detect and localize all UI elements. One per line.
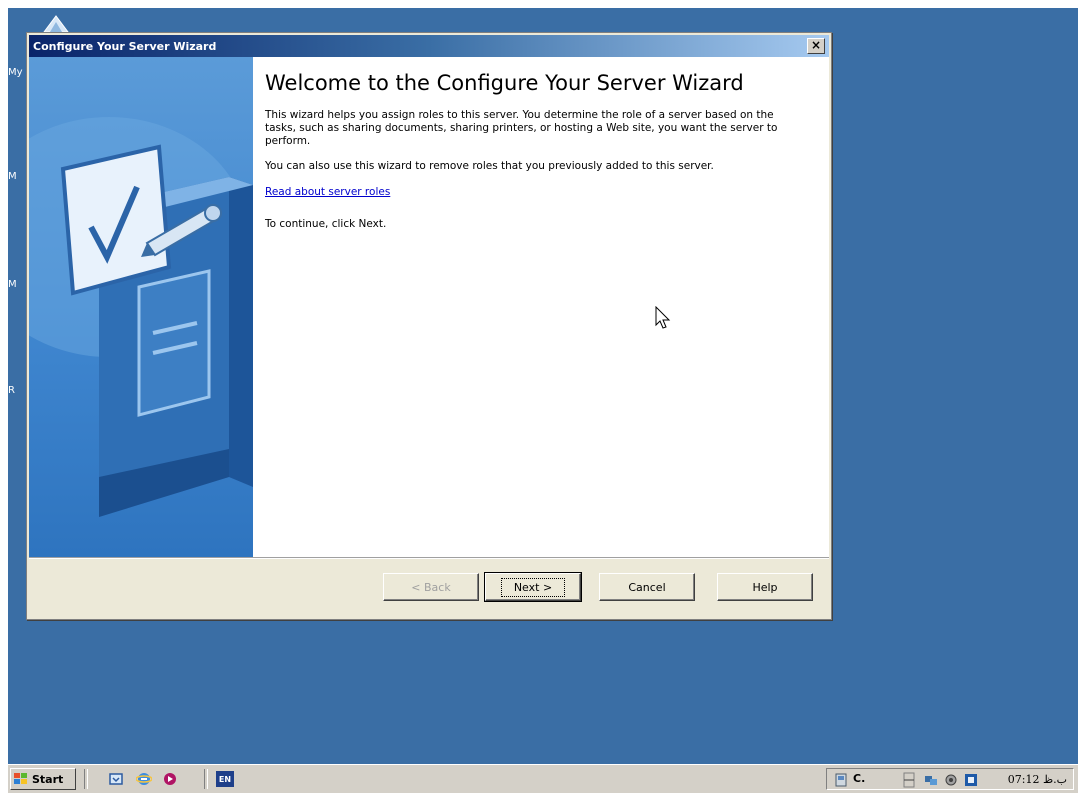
back-button-label: < Back — [411, 580, 451, 594]
network-tray-icon[interactable] — [923, 772, 939, 788]
desktop-icon-label[interactable]: My — [8, 66, 23, 80]
taskbar-separator — [204, 769, 208, 789]
desktop-icon-label[interactable]: R — [8, 384, 20, 398]
scroll-arrows-icon[interactable] — [901, 772, 917, 788]
wizard-content: Welcome to the Configure Your Server Wiz… — [265, 71, 805, 243]
next-button-label: Next > — [500, 577, 566, 597]
welcome-heading: Welcome to the Configure Your Server Wiz… — [265, 71, 744, 95]
wizard-checklist-illustration — [29, 117, 253, 517]
taskbar-separator — [84, 769, 88, 789]
clock[interactable]: 07:12 ب.ظ — [1008, 773, 1067, 786]
help-button-label: Help — [752, 580, 778, 594]
read-about-server-roles-link[interactable]: Read about server roles — [265, 186, 390, 198]
close-button[interactable]: × — [807, 38, 825, 54]
desktop-icon-label[interactable]: M — [8, 170, 20, 184]
button-separator — [29, 557, 829, 559]
system-tray: C. 07:12 ب.ظ — [826, 768, 1074, 790]
security-tray-icon[interactable] — [963, 772, 979, 788]
tray-drive-label: C. — [853, 772, 866, 785]
window-title: Configure Your Server Wizard — [33, 39, 217, 53]
remove-roles-paragraph: You can also use this wizard to remove r… — [265, 160, 714, 172]
help-button[interactable]: Help — [717, 573, 813, 601]
continue-instruction: To continue, click Next. — [265, 218, 387, 230]
taskbar: start EN C. — [8, 764, 1078, 793]
start-button[interactable]: start — [10, 768, 76, 790]
title-bar[interactable]: Configure Your Server Wizard × — [29, 35, 829, 57]
back-button[interactable]: < Back — [383, 573, 479, 601]
start-label: start — [32, 772, 64, 786]
windows-logo-icon — [14, 773, 27, 784]
desktop-icon-label[interactable]: M — [8, 278, 20, 292]
cancel-button-label: Cancel — [628, 580, 666, 594]
wizard-body: Welcome to the Configure Your Server Wiz… — [29, 57, 829, 557]
configure-server-wizard-window: Configure Your Server Wizard × Welcome t… — [26, 32, 832, 620]
cancel-button[interactable]: Cancel — [599, 573, 695, 601]
computer-tray-icon[interactable] — [833, 772, 849, 788]
desktop-icon[interactable] — [40, 12, 72, 34]
volume-tray-icon[interactable] — [943, 772, 959, 788]
wizard-banner — [29, 57, 253, 557]
intro-paragraph: This wizard helps you assign roles to th… — [265, 109, 778, 147]
next-button[interactable]: Next > — [484, 572, 582, 602]
show-desktop-icon[interactable] — [108, 771, 124, 787]
ie-icon[interactable] — [136, 771, 152, 787]
mouse-cursor-icon — [655, 306, 671, 329]
language-indicator[interactable]: EN — [216, 771, 234, 787]
media-icon[interactable] — [162, 771, 178, 787]
